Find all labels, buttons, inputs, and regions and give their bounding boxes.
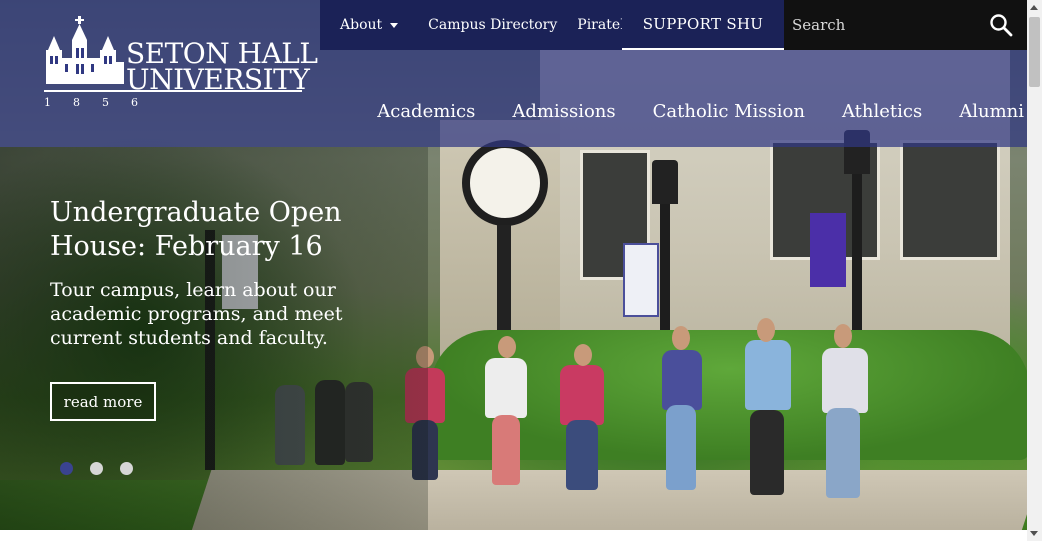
- carousel-dots: [60, 462, 133, 475]
- nav-admissions[interactable]: Admissions: [512, 101, 615, 122]
- hero-slide: Undergraduate Open House: February 16 To…: [50, 196, 380, 350]
- utility-link-label: About: [340, 17, 383, 33]
- nav-academics[interactable]: Academics: [377, 101, 475, 122]
- page-scrollbar[interactable]: [1027, 0, 1042, 541]
- logo-year: 1856: [44, 96, 160, 109]
- utility-link-about[interactable]: About: [330, 17, 408, 33]
- university-building-icon: [46, 16, 124, 84]
- slide-description: Tour campus, learn about our academic pr…: [50, 279, 343, 349]
- carousel-dot-2[interactable]: [90, 462, 103, 475]
- search-box: [784, 0, 1027, 50]
- nav-catholic-mission[interactable]: Catholic Mission: [653, 101, 805, 122]
- search-button[interactable]: [989, 13, 1013, 37]
- carousel-dot-1[interactable]: [60, 462, 73, 475]
- search-icon: [990, 14, 1013, 37]
- main-nav: Academics Admissions Catholic Mission At…: [340, 101, 1024, 122]
- seton-hall-logo[interactable]: SETON HALL UNIVERSITY 1856: [44, 16, 318, 109]
- scroll-up-arrow-icon[interactable]: [1030, 5, 1038, 10]
- scroll-thumb[interactable]: [1029, 17, 1040, 87]
- scroll-down-arrow-icon[interactable]: [1030, 531, 1038, 536]
- logo-rule: [44, 90, 302, 92]
- slide-title: Undergraduate Open House: February 16: [50, 197, 342, 262]
- search-input[interactable]: [784, 0, 974, 50]
- support-shu-button[interactable]: SUPPORT SHU: [622, 0, 784, 50]
- carousel-dot-3[interactable]: [120, 462, 133, 475]
- nav-alumni[interactable]: Alumni: [959, 101, 1024, 122]
- caret-down-icon: [390, 22, 399, 28]
- read-more-button[interactable]: read more: [50, 382, 156, 421]
- utility-link-campus-directory[interactable]: Campus Directory: [418, 17, 567, 33]
- nav-athletics[interactable]: Athletics: [842, 101, 922, 122]
- clock: [462, 140, 548, 226]
